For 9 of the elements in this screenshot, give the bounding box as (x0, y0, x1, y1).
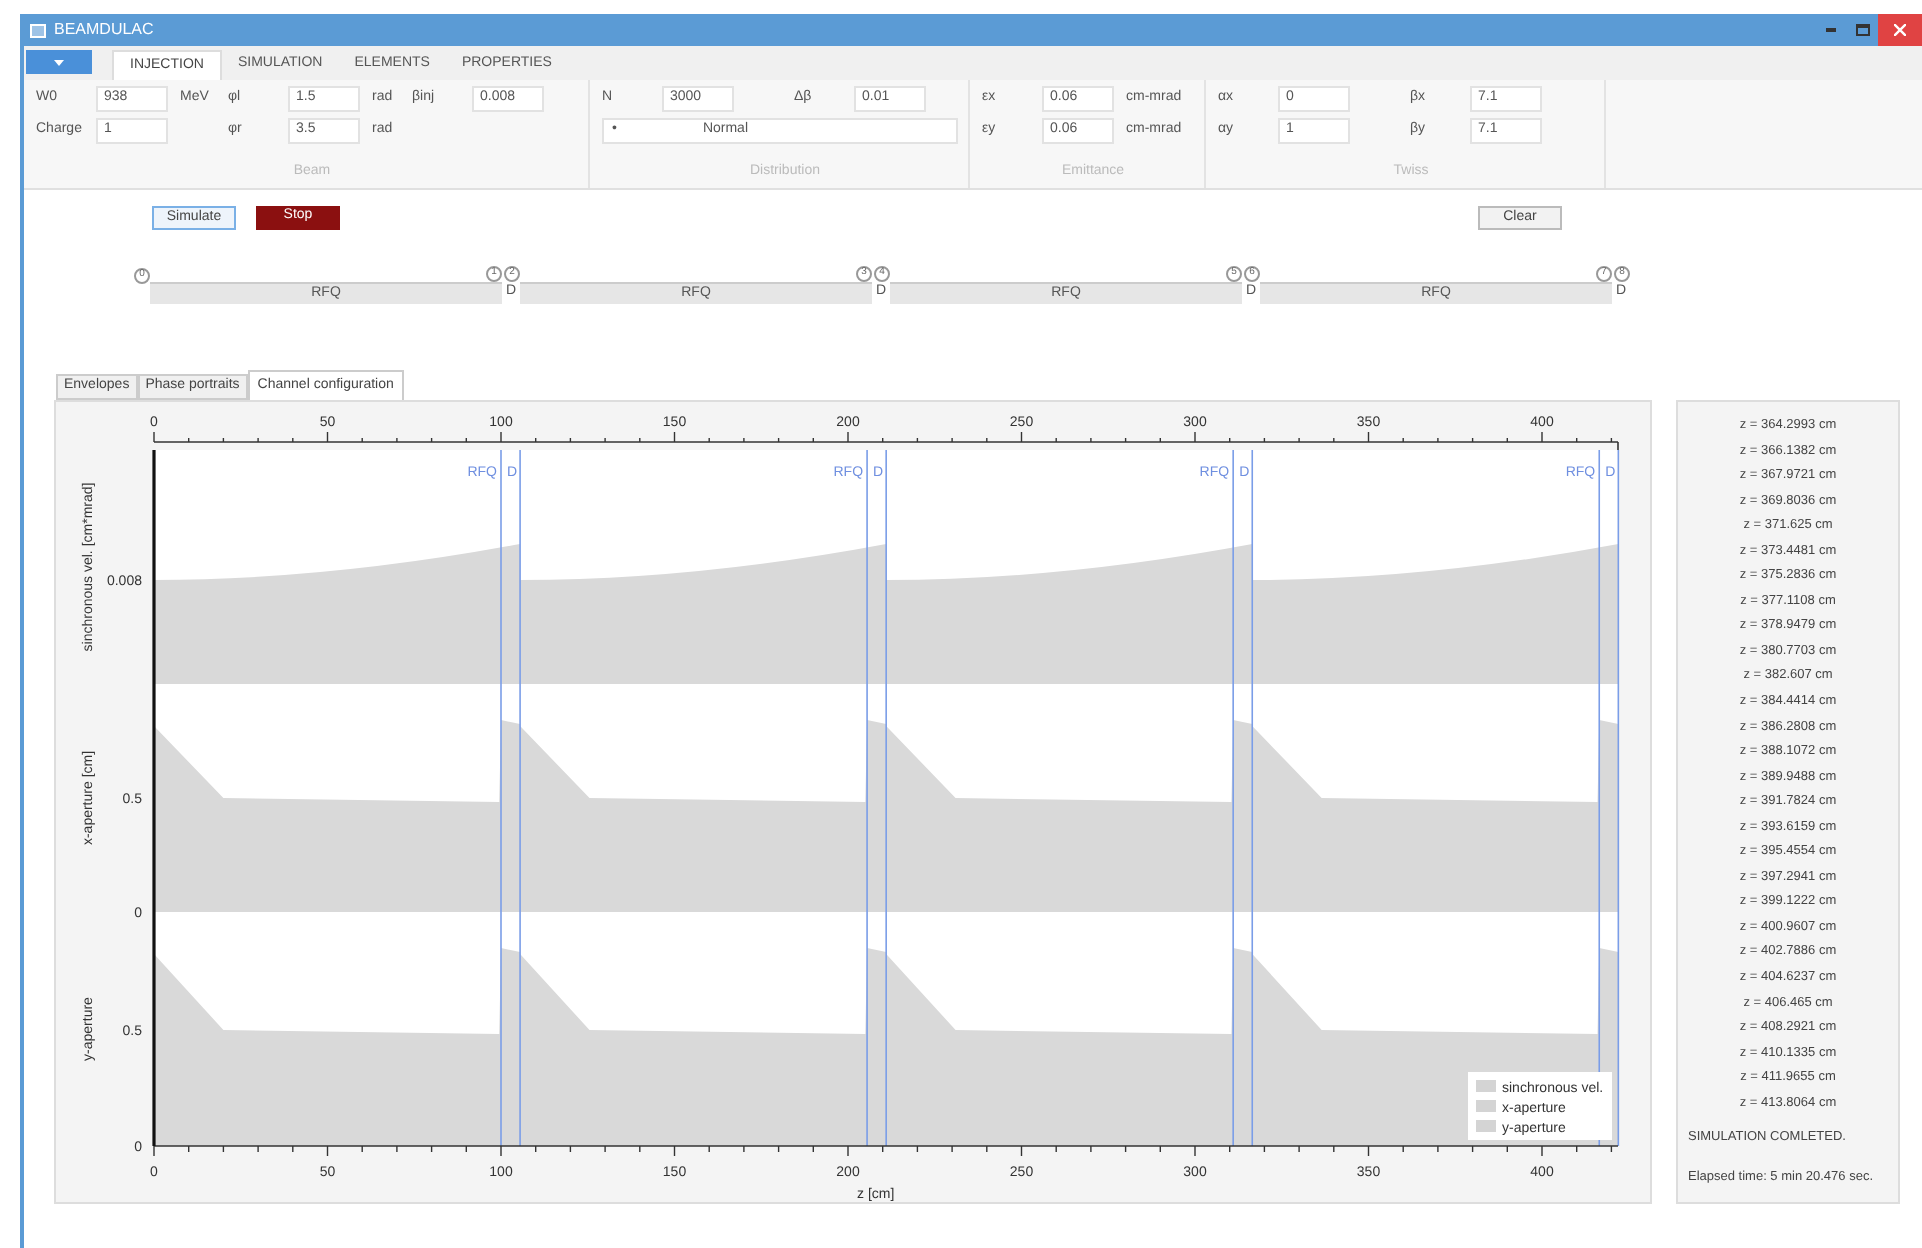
close-icon (1894, 24, 1906, 36)
close-button[interactable] (1878, 14, 1922, 46)
legend-swatch (1476, 1100, 1496, 1112)
legend-background (1468, 1072, 1612, 1140)
legend-swatch (1476, 1120, 1496, 1132)
legend-swatch (1476, 1080, 1496, 1092)
app-icon (30, 23, 46, 37)
window-title: BEAMDULAC (54, 18, 154, 42)
caret-icon (54, 59, 64, 65)
